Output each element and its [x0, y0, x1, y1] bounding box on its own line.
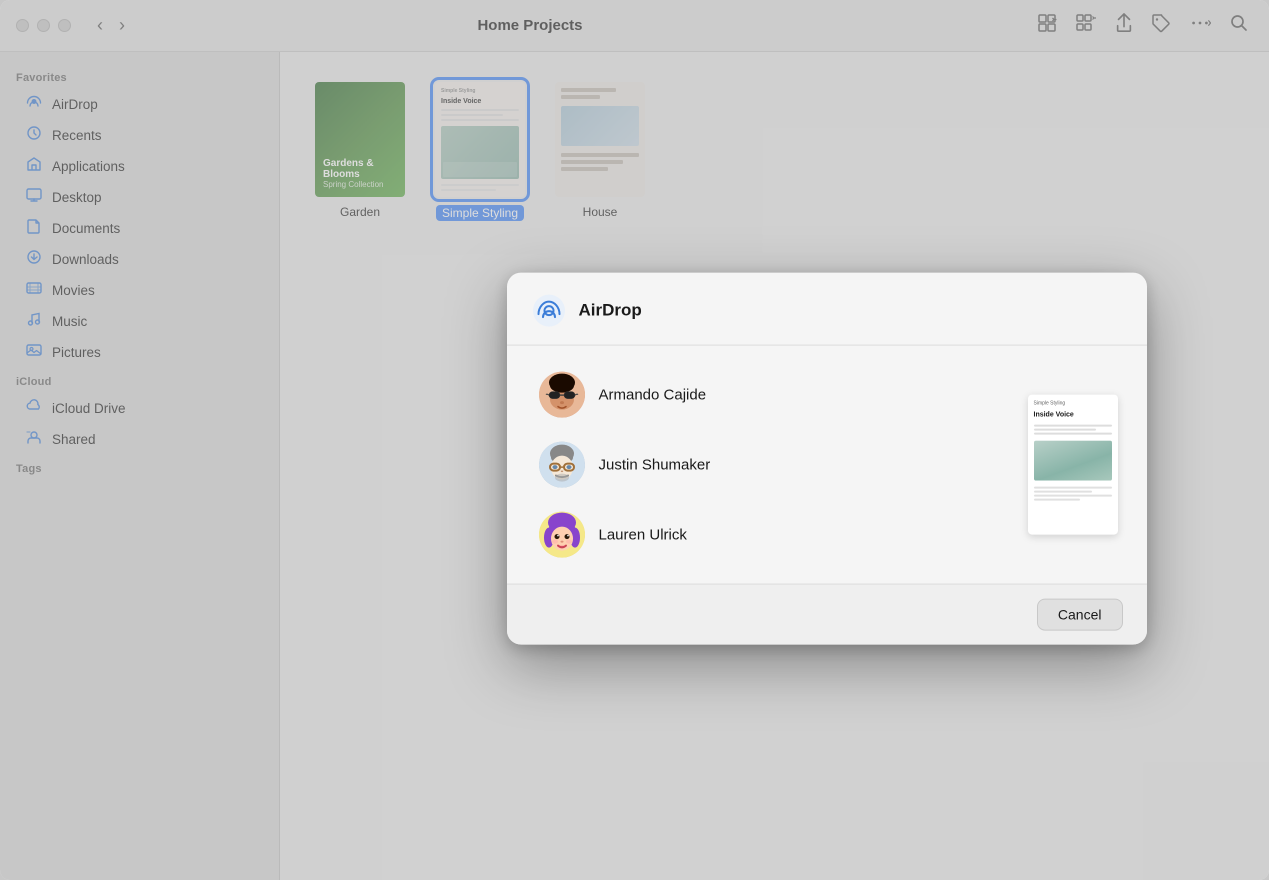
- preview-foot-2: [1034, 490, 1093, 492]
- contacts-list: Armando Cajide: [531, 362, 1003, 568]
- preview-foot-3: [1034, 494, 1112, 496]
- contact-justin[interactable]: Justin Shumaker: [531, 432, 1003, 498]
- dialog-title: AirDrop: [579, 301, 642, 321]
- dialog-body: Armando Cajide: [507, 346, 1147, 584]
- dialog-airdrop-icon: [531, 293, 567, 329]
- contact-armando-name: Armando Cajide: [599, 386, 707, 403]
- preview-line-3: [1034, 432, 1112, 434]
- preview-large-title: Inside Voice: [1034, 411, 1112, 418]
- preview-line-1: [1034, 424, 1112, 426]
- preview-line-2: [1034, 428, 1096, 430]
- avatar-lauren: [539, 512, 585, 558]
- cancel-button[interactable]: Cancel: [1037, 599, 1123, 631]
- airdrop-dialog: AirDrop: [507, 273, 1147, 645]
- preview-small-title: Simple Styling: [1034, 401, 1112, 408]
- contact-lauren[interactable]: Lauren Ulrick: [531, 502, 1003, 568]
- preview-foot-lines: [1034, 486, 1112, 500]
- preview-foot-4: [1034, 498, 1081, 500]
- dialog-footer: Cancel: [507, 584, 1147, 645]
- preview-image: [1034, 440, 1112, 480]
- preview-card: Simple Styling Inside Voice: [1028, 395, 1118, 535]
- avatar-armando: [539, 372, 585, 418]
- contact-lauren-name: Lauren Ulrick: [599, 526, 687, 543]
- preview-body-lines: [1034, 424, 1112, 434]
- contact-justin-name: Justin Shumaker: [599, 456, 711, 473]
- contact-armando[interactable]: Armando Cajide: [531, 362, 1003, 428]
- dialog-preview: Simple Styling Inside Voice: [1023, 362, 1123, 568]
- dialog-header: AirDrop: [507, 273, 1147, 346]
- preview-foot-1: [1034, 486, 1112, 488]
- preview-img-inner: [1034, 440, 1112, 480]
- finder-window: ‹ › Home Projects: [0, 0, 1269, 880]
- avatar-justin: [539, 442, 585, 488]
